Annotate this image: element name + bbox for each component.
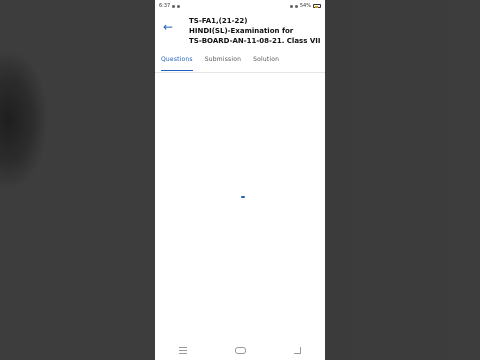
tab-questions[interactable]: Questions [155,54,199,71]
status-bar: 6:37 54% [155,0,325,12]
loading-spinner-icon [241,196,245,198]
blurred-background-left [0,0,155,360]
wifi-icon [289,4,293,8]
battery-icon [313,4,321,8]
status-time: 6:37 [159,3,171,9]
system-navigation-bar [155,340,325,360]
notification-icon [177,4,181,8]
home-icon[interactable] [235,346,246,354]
app-header: ← TS-FA1,(21-22) HINDI(SL)-Examination f… [155,14,325,50]
notification-icon [172,4,176,8]
signal-icon [294,4,298,8]
tab-bar: Questions Submission Solution [155,54,325,73]
title-line: TS-FA1,(21-22) [189,17,248,25]
back-icon[interactable] [294,346,301,354]
battery-percent: 54% [299,3,311,9]
page-title: TS-FA1,(21-22) HINDI(SL)-Examination for… [189,16,323,46]
title-line: TS-BOARD-AN-11-08-21. Class VII [189,37,321,45]
tab-solution[interactable]: Solution [247,54,285,71]
phone-screen: 6:37 54% ← TS-FA1,(21-22) HINDI(SL)-Exam… [155,0,325,360]
blurred-background-right [325,0,480,360]
title-line: HINDI(SL)-Examination for [189,27,294,35]
tab-submission[interactable]: Submission [199,54,247,71]
menu-icon[interactable] [179,346,187,354]
arrow-left-icon[interactable]: ← [161,20,175,34]
